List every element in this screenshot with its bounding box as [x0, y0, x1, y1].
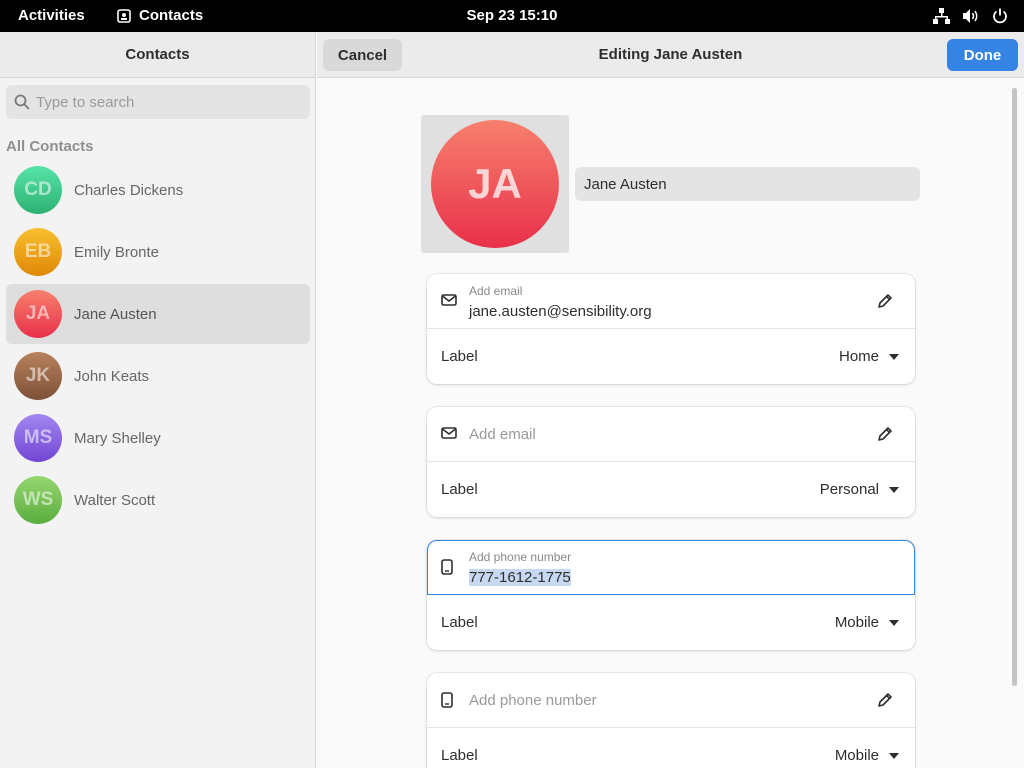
cancel-button[interactable]: Cancel — [323, 39, 402, 71]
pencil-icon[interactable] — [877, 692, 893, 708]
phone-value[interactable]: 777-1612-1775 — [469, 569, 571, 586]
avatar: WS — [14, 476, 62, 524]
scrollbar[interactable] — [1012, 88, 1017, 686]
avatar: EB — [14, 228, 62, 276]
label-text: Label — [441, 614, 478, 631]
mail-icon — [441, 427, 457, 439]
label-row: Label Mobile — [427, 595, 915, 650]
contact-name: Walter Scott — [74, 491, 156, 509]
clock[interactable]: Sep 23 15:10 — [467, 7, 558, 24]
activities-button[interactable]: Activities — [18, 7, 85, 24]
label-text: Label — [441, 747, 478, 764]
dropdown-value: Home — [838, 348, 879, 365]
avatar-initials: JA — [25, 303, 51, 324]
avatar: JK — [14, 352, 62, 400]
contact-name: Charles Dickens — [74, 181, 184, 199]
name-field[interactable] — [575, 167, 920, 201]
contacts-app-icon — [117, 8, 131, 23]
editor-header: Cancel Editing Jane Austen Done — [317, 32, 1024, 78]
avatar-initials: WS — [22, 489, 54, 510]
done-button[interactable]: Done — [947, 39, 1018, 71]
contact-item[interactable]: MS Mary Shelley — [6, 408, 310, 468]
label-row: Label Home — [427, 329, 915, 384]
top-bar: Activities Contacts Sep 23 15:10 — [0, 0, 1024, 32]
app-name: Contacts — [139, 7, 204, 24]
label-dropdown[interactable]: Mobile — [835, 747, 899, 764]
email-field-label: Add email — [469, 284, 523, 298]
phone-card: Add phone number Label Mobile — [427, 673, 915, 768]
label-row: Label Mobile — [427, 728, 915, 768]
label-dropdown[interactable]: Mobile — [835, 614, 899, 631]
avatar: JA — [14, 290, 62, 338]
email-row[interactable]: Add email jane.austen@sensibility.org — [427, 274, 915, 329]
sidebar-header: Contacts — [0, 32, 315, 78]
email-value[interactable]: jane.austen@sensibility.org — [469, 303, 652, 320]
search-icon — [14, 94, 30, 110]
label-row: Label Personal — [427, 462, 915, 517]
sidebar-title: Contacts — [125, 46, 190, 63]
contact-item[interactable]: CD Charles Dickens — [6, 160, 310, 220]
label-text: Label — [441, 348, 478, 365]
phone-row[interactable]: Add phone number — [427, 673, 915, 728]
search-bar[interactable] — [6, 85, 310, 119]
dropdown-value: Personal — [819, 481, 879, 498]
avatar-picker[interactable]: JA — [421, 115, 569, 253]
chevron-down-icon — [889, 752, 899, 759]
phone-icon — [441, 559, 453, 575]
email-placeholder[interactable]: Add email — [469, 426, 536, 443]
dropdown-value: Mobile — [834, 614, 879, 631]
contact-avatar: JA — [431, 120, 559, 248]
system-menu[interactable] — [933, 8, 1008, 24]
contact-item-selected[interactable]: JA Jane Austen — [6, 284, 310, 344]
label-text: Label — [441, 481, 478, 498]
contact-name: Emily Bronte — [74, 243, 160, 261]
contact-name: Jane Austen — [74, 305, 157, 323]
search-input[interactable] — [36, 93, 296, 111]
dropdown-value: Mobile — [834, 747, 879, 764]
phone-placeholder[interactable]: Add phone number — [469, 692, 597, 709]
app-menu[interactable]: Contacts — [117, 7, 203, 24]
label-dropdown[interactable]: Personal — [820, 481, 899, 498]
email-card: Add email jane.austen@sensibility.org La… — [427, 274, 915, 384]
page-title: Editing Jane Austen — [598, 46, 743, 63]
power-icon — [993, 8, 1007, 24]
phone-row[interactable]: Add phone number 777-1612-1775 — [427, 540, 915, 595]
contact-item[interactable]: EB Emily Bronte — [6, 222, 310, 282]
contact-name: Mary Shelley — [74, 429, 161, 447]
editor-pane: Cancel Editing Jane Austen Done JA Add e… — [317, 32, 1024, 768]
avatar-initials: JK — [25, 365, 51, 386]
chevron-down-icon — [889, 619, 899, 626]
sidebar: Contacts All Contacts CD Charles Dickens… — [0, 32, 316, 768]
chevron-down-icon — [889, 486, 899, 493]
network-icon — [933, 8, 950, 24]
chevron-down-icon — [889, 353, 899, 360]
avatar-initials: EB — [24, 241, 52, 262]
avatar: MS — [14, 414, 62, 462]
contact-item[interactable]: JK John Keats — [6, 346, 310, 406]
contact-name: John Keats — [74, 367, 150, 385]
pencil-icon[interactable] — [877, 426, 893, 442]
avatar-initials: MS — [23, 427, 53, 448]
label-dropdown[interactable]: Home — [839, 348, 899, 365]
contact-item[interactable]: WS Walter Scott — [6, 470, 310, 530]
avatar-initials: CD — [24, 179, 52, 200]
volume-icon — [963, 9, 978, 23]
phone-card: Add phone number 777-1612-1775 Label Mob… — [427, 540, 915, 650]
section-label-all-contacts: All Contacts — [6, 138, 94, 155]
mail-icon — [441, 294, 457, 306]
email-card: Add email Label Personal — [427, 407, 915, 517]
email-row[interactable]: Add email — [427, 407, 915, 462]
pencil-icon[interactable] — [877, 293, 893, 309]
contact-list: CD Charles Dickens EB Emily Bronte JA Ja… — [6, 160, 310, 532]
avatar-initials: JA — [468, 160, 522, 207]
avatar: CD — [14, 166, 62, 214]
phone-field-label: Add phone number — [469, 550, 572, 564]
phone-icon — [441, 692, 453, 708]
